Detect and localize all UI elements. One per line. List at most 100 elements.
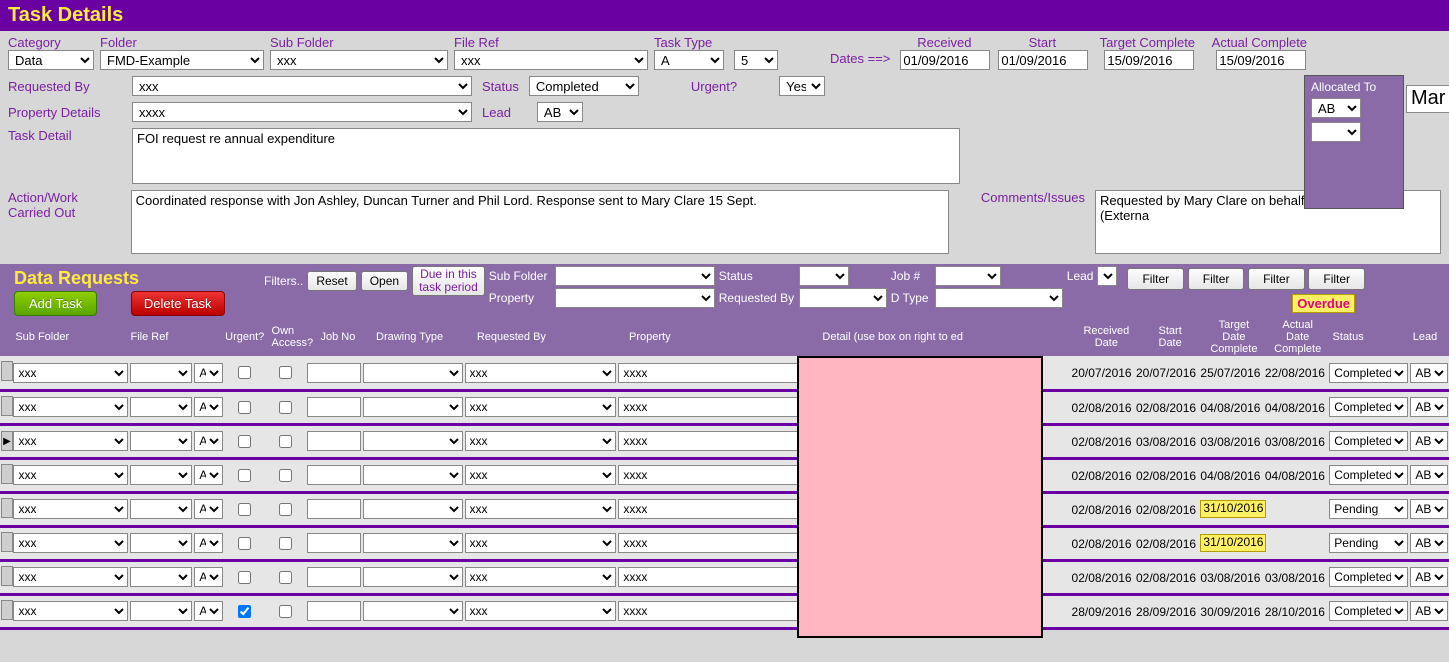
filters-subfolder-select[interactable] [555, 266, 715, 286]
row-urgent-chk[interactable] [238, 435, 251, 448]
row-subfolder[interactable]: xxx [13, 363, 127, 383]
row-property[interactable]: xxxx [618, 465, 811, 485]
row-lead[interactable]: AB [1410, 397, 1448, 417]
row-selector[interactable] [1, 532, 13, 552]
row-urgent-chk[interactable] [238, 571, 251, 584]
row-status[interactable]: Completed [1329, 465, 1408, 485]
subfolder-select[interactable]: xxx [270, 50, 448, 70]
row-reqby[interactable]: xxx [465, 397, 617, 417]
target-input[interactable] [1104, 50, 1194, 70]
allocated-to-select-2[interactable] [1311, 122, 1361, 142]
filter-button-2[interactable]: Filter [1188, 268, 1245, 290]
lead-select[interactable]: AB [537, 102, 583, 122]
row-fileref[interactable] [130, 465, 192, 485]
row-selector[interactable] [1, 396, 13, 416]
row-status[interactable]: Completed [1329, 431, 1408, 451]
filters-open-button[interactable]: Open [361, 271, 408, 291]
row-jobno[interactable] [307, 601, 361, 621]
row-fileref[interactable] [130, 363, 192, 383]
row-dtype[interactable] [363, 533, 463, 553]
row-status[interactable]: Completed [1329, 397, 1408, 417]
row-reqby[interactable]: xxx [465, 465, 617, 485]
filters-reqby-select[interactable] [799, 288, 887, 308]
row-own-chk[interactable] [279, 435, 292, 448]
row-own-chk[interactable] [279, 571, 292, 584]
row-jobno[interactable] [307, 363, 361, 383]
row-subfolder[interactable]: xxx [13, 567, 127, 587]
row-status[interactable]: Completed [1329, 363, 1408, 383]
row-subfolder[interactable]: xxx [13, 533, 127, 553]
received-input[interactable] [900, 50, 990, 70]
row-fileref[interactable] [130, 567, 192, 587]
row-jobno[interactable] [307, 499, 361, 519]
urgent-select[interactable]: Yes [779, 76, 825, 96]
row-own-chk[interactable] [279, 366, 292, 379]
row-subfolder[interactable]: xxx [13, 465, 127, 485]
taskdetail-text[interactable]: FOI request re annual expenditure [132, 128, 960, 184]
row-status[interactable]: Pending [1329, 499, 1408, 519]
requestedby-select[interactable]: xxx [132, 76, 472, 96]
row-dtype[interactable] [363, 431, 463, 451]
row-lead[interactable]: AB [1410, 499, 1448, 519]
status-select[interactable]: Completed [529, 76, 639, 96]
row-dtype[interactable] [363, 567, 463, 587]
row-status[interactable]: Pending [1329, 533, 1408, 553]
row-selector[interactable] [1, 464, 13, 484]
row-own-chk[interactable] [279, 401, 292, 414]
row-dtype[interactable] [363, 363, 463, 383]
row-jobno[interactable] [307, 567, 361, 587]
tasktype-select[interactable]: A [654, 50, 724, 70]
row-subfolder[interactable]: xxx [13, 397, 127, 417]
add-task-button[interactable]: Add Task [14, 291, 97, 316]
row-property[interactable]: xxxx [618, 431, 811, 451]
row-subfolder[interactable]: xxx [13, 601, 127, 621]
row-dtype[interactable] [363, 601, 463, 621]
row-tt[interactable]: A [194, 567, 223, 587]
delete-task-button[interactable]: Delete Task [131, 291, 225, 316]
row-urgent-chk[interactable] [238, 537, 251, 550]
tasktype-n-select[interactable]: 5 [734, 50, 778, 70]
row-subfolder[interactable]: xxx [13, 499, 127, 519]
row-tt[interactable]: A [194, 533, 223, 553]
row-fileref[interactable] [130, 431, 192, 451]
propdetails-select[interactable]: xxxx [132, 102, 472, 122]
row-reqby[interactable]: xxx [465, 601, 617, 621]
row-urgent-chk[interactable] [238, 469, 251, 482]
row-property[interactable]: xxxx [618, 363, 811, 383]
row-own-chk[interactable] [279, 503, 292, 516]
row-urgent-chk[interactable] [238, 366, 251, 379]
row-fileref[interactable] [130, 499, 192, 519]
row-urgent-chk[interactable] [238, 401, 251, 414]
row-tt[interactable]: A [194, 397, 223, 417]
row-jobno[interactable] [307, 465, 361, 485]
row-jobno[interactable] [307, 431, 361, 451]
row-lead[interactable]: AB [1410, 567, 1448, 587]
actual-input[interactable] [1216, 50, 1306, 70]
row-tt[interactable]: A [194, 363, 223, 383]
folder-select[interactable]: FMD-Example [100, 50, 264, 70]
row-property[interactable]: xxxx [618, 533, 811, 553]
start-input[interactable] [998, 50, 1088, 70]
row-dtype[interactable] [363, 499, 463, 519]
allocated-to-select-1[interactable]: AB [1311, 98, 1361, 118]
row-urgent-chk[interactable] [238, 605, 251, 618]
filter-button-4[interactable]: Filter [1308, 268, 1365, 290]
filters-lead-select[interactable] [1097, 266, 1117, 286]
row-reqby[interactable]: xxx [465, 431, 617, 451]
filters-jobno-select[interactable] [935, 266, 1001, 286]
filters-dtype-select[interactable] [935, 288, 1063, 308]
row-subfolder[interactable]: xxx [13, 431, 127, 451]
row-lead[interactable]: AB [1410, 431, 1448, 451]
row-own-chk[interactable] [279, 537, 292, 550]
row-property[interactable]: xxxx [618, 567, 811, 587]
row-lead[interactable]: AB [1410, 533, 1448, 553]
filter-button-3[interactable]: Filter [1248, 268, 1305, 290]
row-reqby[interactable]: xxx [465, 533, 617, 553]
filters-reset-button[interactable]: Reset [307, 271, 356, 291]
row-selector[interactable]: ▶ [1, 431, 13, 451]
row-status[interactable]: Completed [1329, 567, 1408, 587]
row-lead[interactable]: AB [1410, 601, 1448, 621]
row-reqby[interactable]: xxx [465, 567, 617, 587]
filters-due-button[interactable]: Due in this task period [412, 266, 485, 296]
row-selector[interactable] [1, 600, 13, 620]
